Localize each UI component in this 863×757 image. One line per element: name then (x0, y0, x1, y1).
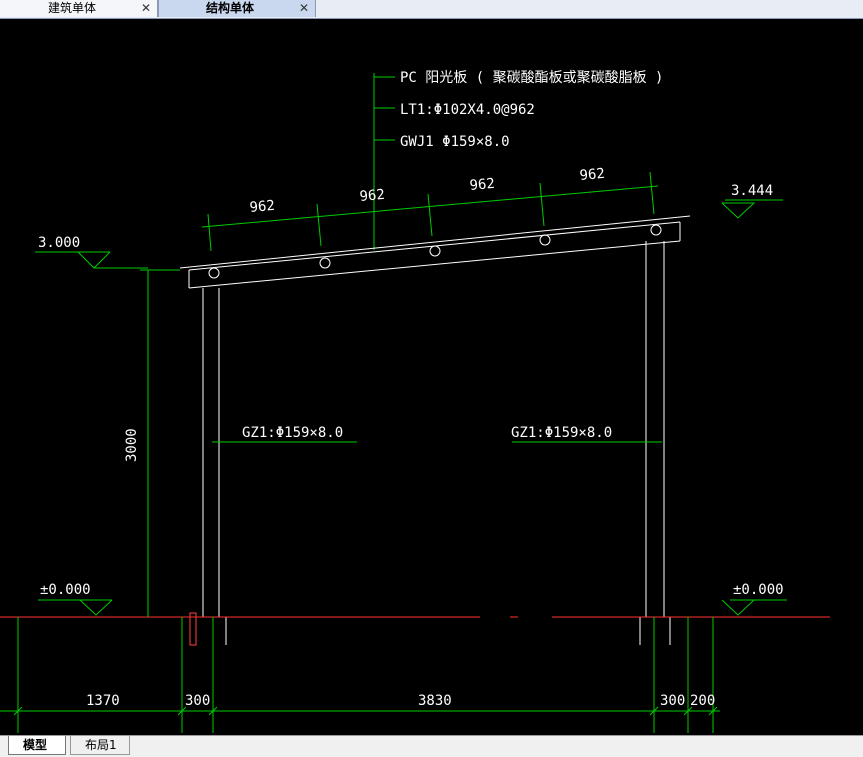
tab-model-label: 模型 (23, 738, 48, 752)
purlin-section (650, 224, 662, 236)
bottom-dim-5: 200 (690, 693, 715, 709)
purlin-section (539, 234, 551, 246)
elevation-right-ground (721, 599, 787, 616)
purlin-section (319, 257, 331, 269)
bottom-dim-4: 300 (660, 693, 685, 709)
elevation-left-top-label: 3.000 (38, 235, 80, 251)
layout-tab-bar: 模型 布局1 (0, 735, 863, 757)
tab-layout-1-label: 布局1 (85, 738, 117, 752)
bottom-dim-2: 300 (185, 693, 210, 709)
slope-dim-2: 962 (359, 187, 386, 205)
column-right-annotation: GZ1:Φ159×8.0 (511, 425, 612, 441)
purlin-section (429, 245, 441, 257)
roof-annotation-leaders (373, 73, 395, 250)
tab-layout-1[interactable]: 布局1 (70, 736, 130, 755)
ground-marker (189, 612, 197, 646)
tab-model[interactable]: 模型 (8, 736, 66, 755)
purlin-section (208, 267, 220, 279)
document-tab-bar: 建筑单体 ✕ 结构单体 ✕ (0, 0, 863, 19)
roof-structure (179, 215, 691, 289)
bottom-dim-1: 1370 (86, 693, 120, 709)
close-icon[interactable]: ✕ (299, 0, 309, 17)
elevation-left-ground-label: ±0.000 (40, 582, 91, 598)
elevation-left-top (35, 251, 148, 269)
drawing-canvas[interactable]: PC 阳光板 ( 聚碳酸酯板或聚碳酸脂板 ) LT1:Φ102X4.0@962 … (0, 19, 863, 735)
slope-dim-3: 962 (469, 176, 496, 194)
elevation-right-top (721, 199, 783, 219)
bottom-dim-3: 3830 (418, 693, 452, 709)
tab-structure-unit-label: 结构单体 (206, 1, 255, 15)
column-base-right (639, 616, 671, 645)
column-left (202, 288, 220, 617)
column-right (645, 241, 665, 617)
tab-building-unit-label: 建筑单体 (48, 1, 97, 15)
column-left-annotation: GZ1:Φ159×8.0 (242, 425, 343, 441)
slope-dim-4: 962 (579, 166, 606, 184)
slope-dim-1: 962 (249, 198, 276, 216)
column-base-left (195, 616, 227, 645)
bottom-dimension-line (0, 617, 720, 733)
tab-structure-unit[interactable]: 结构单体 ✕ (158, 0, 316, 17)
tab-building-unit[interactable]: 建筑单体 ✕ (0, 0, 158, 17)
close-icon[interactable]: ✕ (141, 0, 151, 17)
height-dimension (140, 269, 180, 617)
height-dim-label: 3000 (124, 428, 140, 462)
elevation-right-ground-label: ±0.000 (733, 582, 784, 598)
elevation-right-top-label: 3.444 (731, 183, 773, 199)
roof-beam-annotation: GWJ1 Φ159×8.0 (400, 134, 510, 150)
roof-panel-annotation: PC 阳光板 ( 聚碳酸酯板或聚碳酸脂板 ) (400, 70, 663, 86)
purlin-annotation: LT1:Φ102X4.0@962 (400, 102, 535, 118)
elevation-left-ground (38, 599, 113, 616)
